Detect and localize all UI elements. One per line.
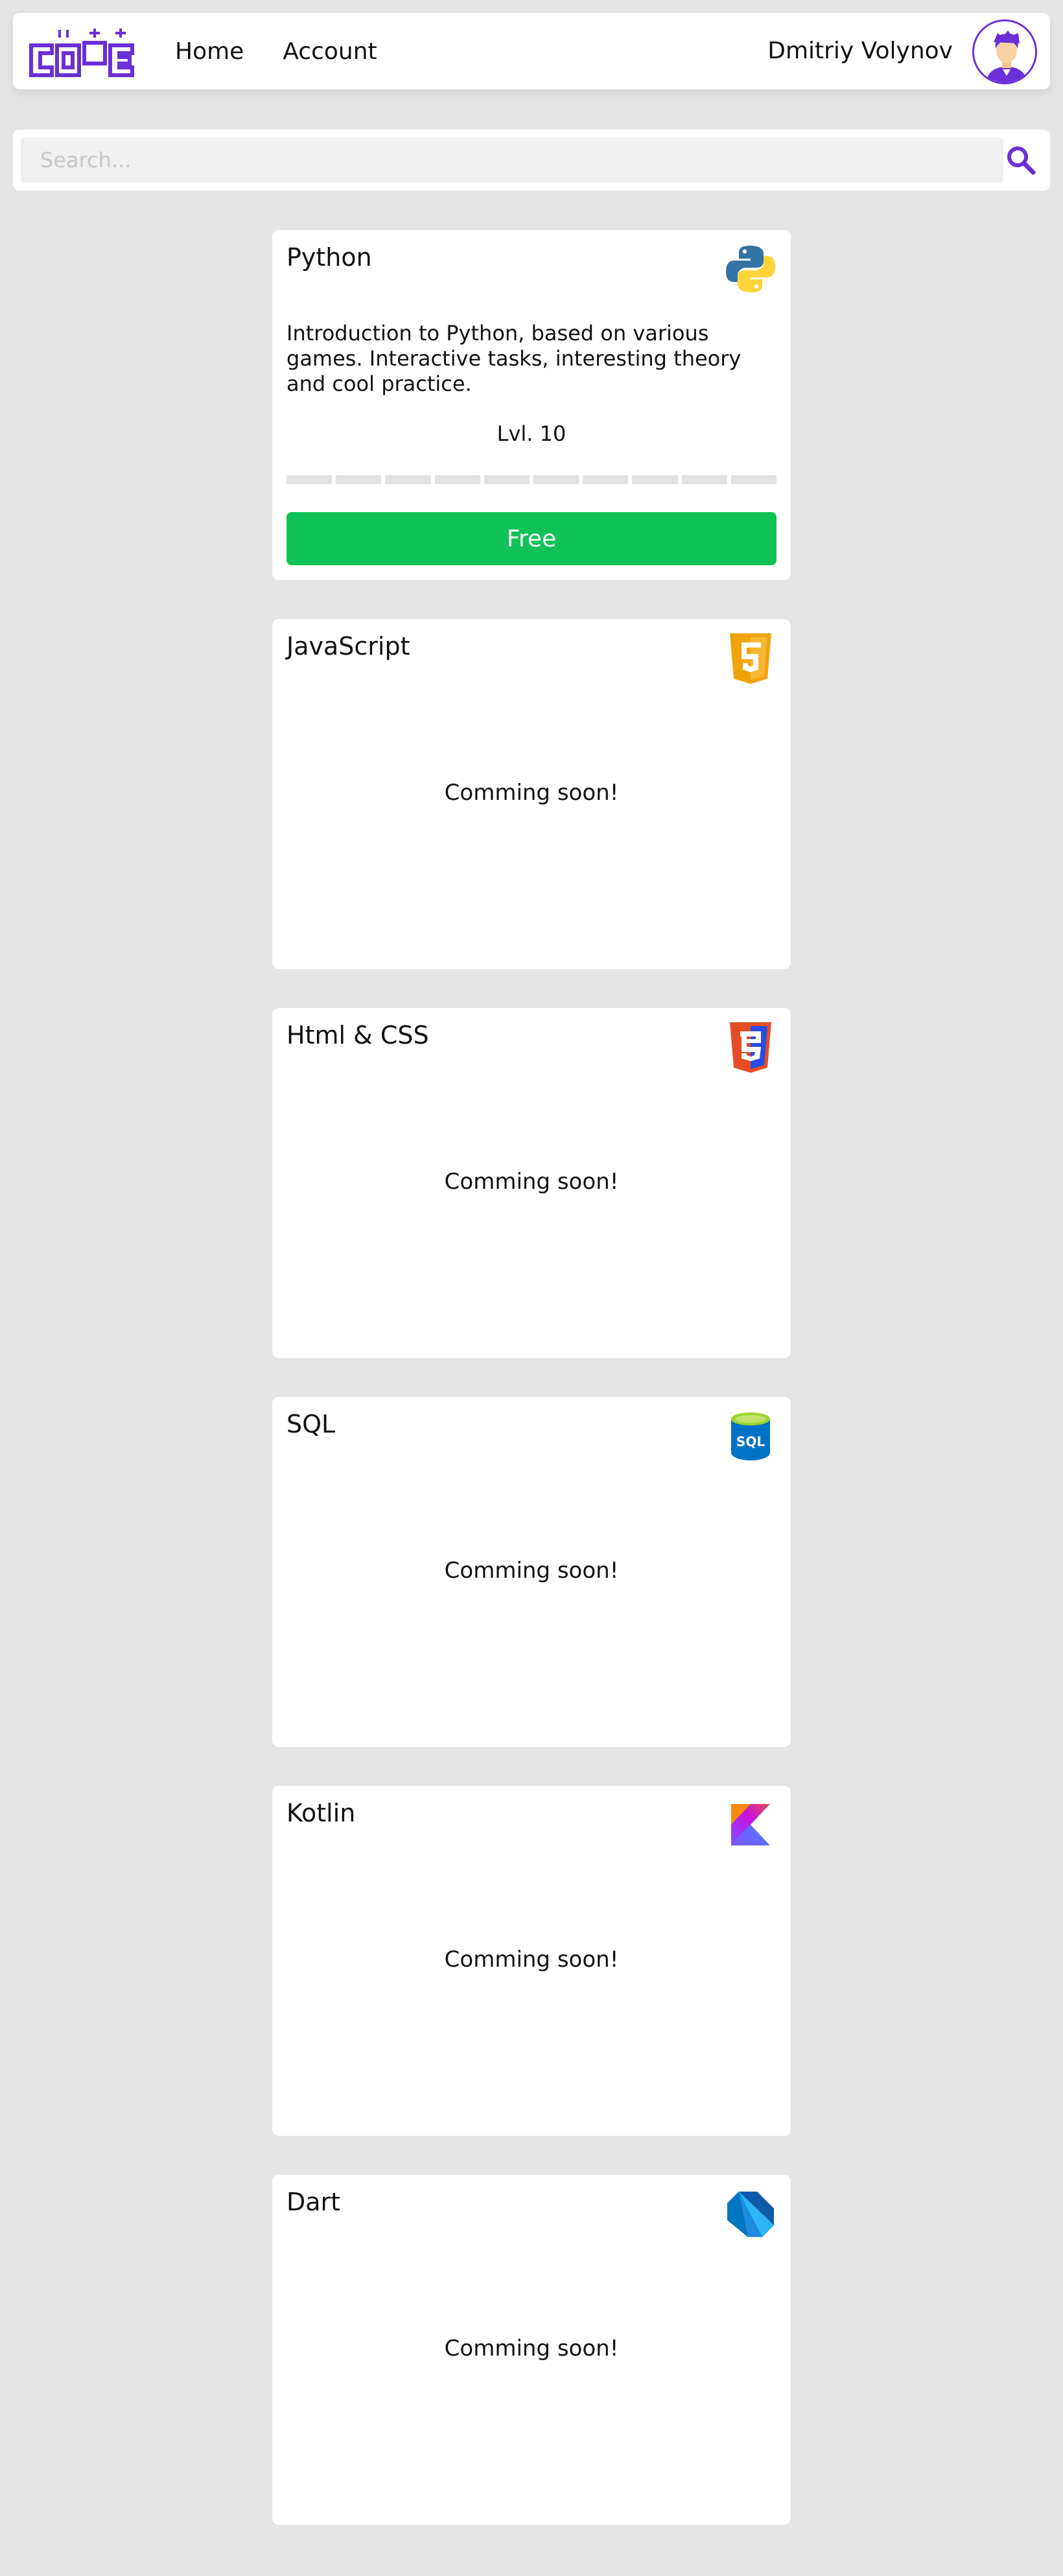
course-description: Introduction to Python, based on various… [286,321,742,396]
sql-icon: SQL [731,1412,770,1460]
kotlin-icon [731,1804,770,1845]
progress-segment [286,475,333,484]
course-level: Lvl. 10 [496,421,567,446]
course-title: Html & CSS [286,1021,429,1049]
progress-segment [681,475,727,484]
python-icon [726,246,775,292]
dart-icon [727,2192,774,2237]
progress-segment [484,475,530,484]
avatar[interactable] [972,19,1037,84]
level-progress-bar [286,475,777,484]
course-title: SQL [286,1410,336,1438]
progress-segment [632,475,678,484]
course-card-javascript[interactable]: JavaScript Comming soon! [272,619,791,969]
course-card-python: Python Introduction to Python, based on … [272,230,791,580]
course-title: Kotlin [286,1799,356,1827]
coming-soon-label: Comming soon! [444,2336,619,2361]
free-button[interactable]: Free [286,512,777,565]
progress-segment [730,475,777,484]
course-card-html-css[interactable]: Html & CSS Comming soon! [272,1008,791,1358]
search-input[interactable] [21,137,1003,183]
progress-segment [336,475,382,484]
main-nav: Home Account [175,13,416,89]
course-title: Python [286,243,372,272]
javascript-icon [730,633,771,684]
course-title: JavaScript [286,632,410,661]
svg-text:SQL: SQL [736,1434,765,1449]
course-card-sql[interactable]: SQL SQL Comming soon! [272,1397,791,1747]
html-css-icon [730,1022,771,1073]
progress-segment [533,475,579,484]
user-avatar-icon [974,21,1035,82]
search-icon [1007,146,1036,175]
user-name[interactable]: Dmitriy Volynov [767,13,953,89]
progress-segment [583,475,629,484]
course-title: Dart [286,2188,341,2216]
coming-soon-label: Comming soon! [444,1947,619,1973]
top-navbar: Home Account Dmitriy Volynov [13,13,1050,89]
coming-soon-label: Comming soon! [444,780,619,806]
coming-soon-label: Comming soon! [444,1558,619,1584]
coming-soon-label: Comming soon! [444,1169,619,1195]
progress-segment [434,475,480,484]
course-card-dart[interactable]: Dart Comming soon! [272,2175,791,2525]
progress-segment [385,475,431,484]
course-card-kotlin[interactable]: Kotlin Comming soon! [272,1786,791,2136]
nav-account-link[interactable]: Account [283,38,377,65]
code-logo-icon[interactable] [25,25,141,83]
search-button[interactable] [1005,144,1037,176]
search-bar [13,130,1050,191]
nav-home-link[interactable]: Home [175,38,244,65]
